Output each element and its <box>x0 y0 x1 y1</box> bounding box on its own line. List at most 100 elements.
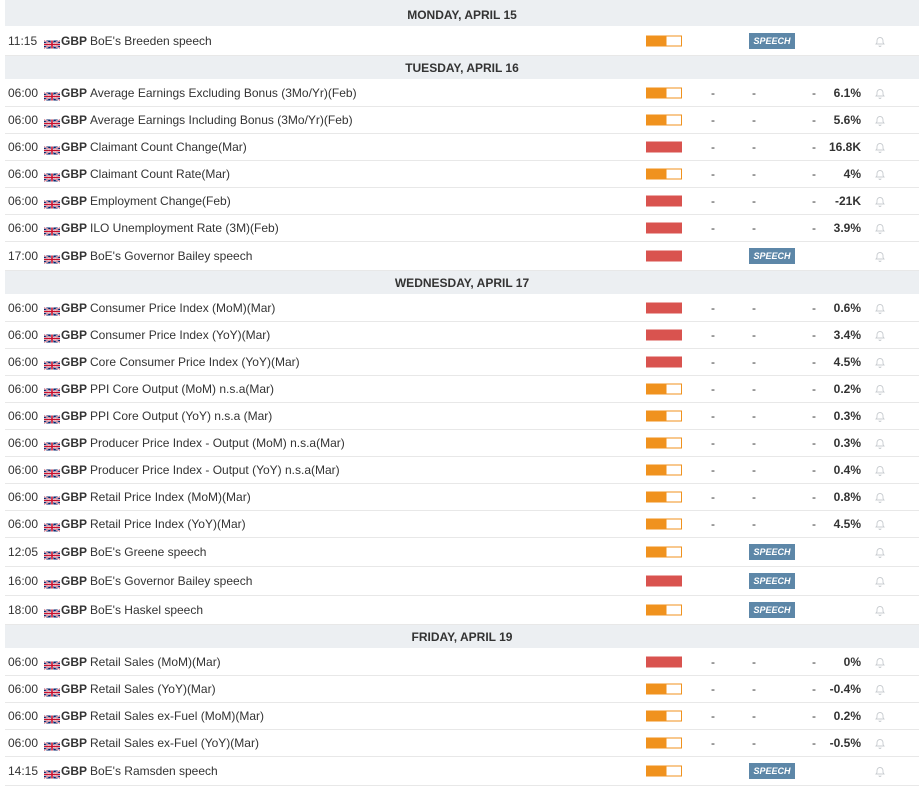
bell-icon[interactable] <box>874 195 886 207</box>
bell-icon[interactable] <box>874 329 886 341</box>
bell-icon[interactable] <box>874 141 886 153</box>
bell-icon[interactable] <box>874 35 886 47</box>
deviation-value: - <box>752 221 756 235</box>
bell-icon[interactable] <box>874 87 886 99</box>
bell-icon[interactable] <box>874 168 886 180</box>
bell-icon[interactable] <box>874 546 886 558</box>
bell-icon[interactable] <box>874 575 886 587</box>
event-row[interactable]: 06:00 GBP Claimant Count Rate(Mar) - - - 4% <box>5 161 919 188</box>
event-time: 06:00 <box>8 736 39 750</box>
event-row[interactable]: 12:05 GBP BoE's Greene speech SPEECH <box>5 538 919 567</box>
event-name[interactable]: Consumer Price Index (MoM)(Mar) <box>90 301 275 315</box>
event-row[interactable]: 06:00 GBP ILO Unemployment Rate (3M)(Feb) -… <box>5 215 919 242</box>
event-row[interactable]: 06:00 GBP PPI Core Output (YoY) n.s.a (Mar… <box>5 403 919 430</box>
event-row[interactable]: 06:00 GBP Retail Sales ex-Fuel (MoM)(Mar) -… <box>5 703 919 730</box>
bell-icon[interactable] <box>874 302 886 314</box>
bell-icon[interactable] <box>874 464 886 476</box>
event-row[interactable]: 18:00 GBP BoE's Haskel speech SPEECH <box>5 596 919 625</box>
impact-indicator <box>646 765 682 777</box>
bell-icon[interactable] <box>874 250 886 262</box>
event-name[interactable]: BoE's Haskel speech <box>90 603 203 617</box>
bell-icon[interactable] <box>874 765 886 777</box>
bell-icon[interactable] <box>874 114 886 126</box>
impact-indicator <box>646 604 682 616</box>
event-name[interactable]: Producer Price Index - Output (YoY) n.s.… <box>90 463 340 477</box>
event-row[interactable]: 14:15 GBP BoE's Ramsden speech SPEECH <box>5 757 919 786</box>
event-name[interactable]: Retail Price Index (YoY)(Mar) <box>90 517 246 531</box>
event-name[interactable]: ILO Unemployment Rate (3M)(Feb) <box>90 221 279 235</box>
event-row[interactable]: 06:00 GBP Average Earnings Including Bonus… <box>5 107 919 134</box>
event-row[interactable]: 06:00 GBP Retail Sales ex-Fuel (YoY)(Mar) -… <box>5 730 919 757</box>
event-row[interactable]: 06:00 GBP Claimant Count Change(Mar) - - -16.… <box>5 134 919 161</box>
event-name[interactable]: Average Earnings Including Bonus (3Mo/Yr… <box>90 113 353 127</box>
impact-indicator <box>646 491 682 503</box>
event-name[interactable]: BoE's Ramsden speech <box>90 764 218 778</box>
actual-value: - <box>711 328 715 342</box>
uk-flag-icon <box>43 657 61 671</box>
event-name[interactable]: BoE's Governor Bailey speech <box>90 574 252 588</box>
bell-icon[interactable] <box>874 604 886 616</box>
deviation-value: - <box>752 736 756 750</box>
event-row[interactable]: 06:00 GBP Retail Price Index (YoY)(Mar) - - -… <box>5 511 919 538</box>
impact-indicator <box>646 87 682 99</box>
event-row[interactable]: 06:00 GBP Average Earnings Excluding Bonus… <box>5 80 919 107</box>
event-name[interactable]: Employment Change(Feb) <box>90 194 231 208</box>
bell-icon[interactable] <box>874 710 886 722</box>
event-row[interactable]: 06:00 GBP Retail Sales (YoY)(Mar) - - - -0.4% <box>5 676 919 703</box>
previous-value: 0.8% <box>833 490 861 504</box>
event-name[interactable]: BoE's Greene speech <box>90 545 206 559</box>
event-row[interactable]: 06:00 GBP PPI Core Output (MoM) n.s.a(Mar)… <box>5 376 919 403</box>
event-row[interactable]: 06:00 GBP Retail Sales (MoM)(Mar) - - - 0% <box>5 649 919 676</box>
deviation-value: - <box>752 463 756 477</box>
bell-icon[interactable] <box>874 491 886 503</box>
bell-icon[interactable] <box>874 683 886 695</box>
event-name[interactable]: Retail Price Index (MoM)(Mar) <box>90 490 251 504</box>
event-name[interactable]: PPI Core Output (MoM) n.s.a(Mar) <box>90 382 274 396</box>
event-name[interactable]: BoE's Governor Bailey speech <box>90 249 252 263</box>
event-row[interactable]: 06:00 GBP Employment Change(Feb) - - - -21K <box>5 188 919 215</box>
event-name[interactable]: Consumer Price Index (YoY)(Mar) <box>90 328 270 342</box>
event-name[interactable]: Retail Sales (YoY)(Mar) <box>90 682 216 696</box>
event-name[interactable]: BoE's Breeden speech <box>90 34 212 48</box>
event-name[interactable]: Claimant Count Change(Mar) <box>90 140 247 154</box>
event-currency: GBP <box>61 409 88 423</box>
event-name[interactable]: Producer Price Index - Output (MoM) n.s.… <box>90 436 345 450</box>
deviation-value: - <box>752 355 756 369</box>
event-row[interactable]: 06:00 GBP Consumer Price Index (MoM)(Mar) -… <box>5 295 919 322</box>
event-name[interactable]: PPI Core Output (YoY) n.s.a (Mar) <box>90 409 272 423</box>
event-row[interactable]: 06:00 GBP Producer Price Index - Output (Y… <box>5 457 919 484</box>
bell-icon[interactable] <box>874 410 886 422</box>
bell-icon[interactable] <box>874 222 886 234</box>
impact-indicator <box>646 356 682 368</box>
bell-icon[interactable] <box>874 383 886 395</box>
event-time: 06:00 <box>8 517 39 531</box>
event-name[interactable]: Retail Sales ex-Fuel (YoY)(Mar) <box>90 736 259 750</box>
event-name[interactable]: Retail Sales (MoM)(Mar) <box>90 655 221 669</box>
event-row[interactable]: 06:00 GBP Producer Price Index - Output (M… <box>5 430 919 457</box>
bell-icon[interactable] <box>874 737 886 749</box>
deviation-value: - <box>752 682 756 696</box>
consensus-value: - <box>812 167 816 181</box>
event-name[interactable]: Retail Sales ex-Fuel (MoM)(Mar) <box>90 709 264 723</box>
event-row[interactable]: 16:00 GBP BoE's Governor Bailey speech SPEE… <box>5 567 919 596</box>
event-row[interactable]: 17:00 GBP BoE's Governor Bailey speech SPEE… <box>5 242 919 271</box>
actual-value: - <box>711 382 715 396</box>
event-row[interactable]: 06:00 GBP Core Consumer Price Index (YoY)(… <box>5 349 919 376</box>
event-name[interactable]: Average Earnings Excluding Bonus (3Mo/Yr… <box>90 86 357 100</box>
event-row[interactable]: 11:15 GBP BoE's Breeden speech SPEECH <box>5 27 919 56</box>
day-header: WEDNESDAY, APRIL 17 <box>5 271 919 294</box>
event-name[interactable]: Claimant Count Rate(Mar) <box>90 167 230 181</box>
bell-icon[interactable] <box>874 437 886 449</box>
event-currency: GBP <box>61 86 88 100</box>
event-currency: GBP <box>61 249 88 263</box>
event-row[interactable]: 06:00 GBP Retail Price Index (MoM)(Mar) - - -… <box>5 484 919 511</box>
impact-indicator <box>646 222 682 234</box>
uk-flag-icon <box>43 576 61 590</box>
bell-icon[interactable] <box>874 518 886 530</box>
event-currency: GBP <box>61 436 88 450</box>
event-name[interactable]: Core Consumer Price Index (YoY)(Mar) <box>90 355 300 369</box>
bell-icon[interactable] <box>874 356 886 368</box>
speech-badge: SPEECH <box>749 763 795 779</box>
bell-icon[interactable] <box>874 656 886 668</box>
event-row[interactable]: 06:00 GBP Consumer Price Index (YoY)(Mar) -… <box>5 322 919 349</box>
